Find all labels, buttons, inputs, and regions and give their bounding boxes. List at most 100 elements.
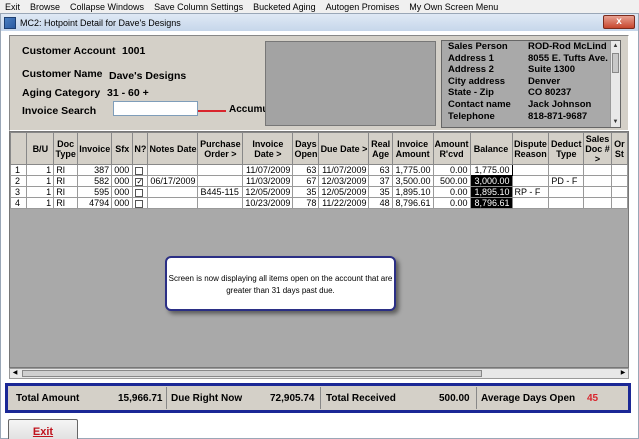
scroll-left-icon[interactable]: ◀ [10, 369, 20, 378]
cell-po[interactable] [197, 164, 244, 176]
cell-sfx[interactable]: 000 [111, 197, 134, 209]
cell-bu[interactable]: 1 [26, 164, 55, 176]
column-header[interactable]: Sales Doc # > [583, 132, 612, 165]
grid-horizontal-scrollbar[interactable]: ◀ ▶ [9, 368, 629, 379]
cell-rcvd[interactable]: 0.00 [432, 197, 471, 209]
column-header[interactable]: Or St [610, 132, 628, 165]
menu-browse[interactable]: Browse [25, 2, 65, 12]
cell-noted[interactable] [132, 164, 149, 176]
cell-age[interactable]: 48 [368, 197, 393, 209]
column-header[interactable]: Real Age [368, 132, 393, 165]
cell-age[interactable]: 37 [368, 175, 393, 187]
table-row[interactable]: 2 1 RI 582 000 ✓ 06/17/2009 11/03/2009 67 12/03/2… [10, 175, 628, 187]
cell-amount[interactable]: 8,796.61 [391, 197, 434, 209]
cell-inv[interactable]: 387 [77, 164, 113, 176]
cell-po[interactable] [197, 175, 244, 187]
cell-sfx[interactable]: 000 [111, 186, 134, 198]
menu-save-column-settings[interactable]: Save Column Settings [149, 2, 248, 12]
cell-dispute[interactable]: RP - F [511, 186, 550, 198]
cell-bu[interactable]: 1 [26, 186, 55, 198]
checkbox-icon[interactable] [135, 188, 144, 197]
cell-amount[interactable]: 1,775.00 [391, 164, 434, 176]
cell-inv[interactable]: 4794 [77, 197, 113, 209]
column-header[interactable]: Deduct Type [548, 132, 585, 165]
menu-collapse-windows[interactable]: Collapse Windows [65, 2, 149, 12]
cell-notes-date[interactable] [147, 186, 199, 198]
cell-doc[interactable]: RI [53, 197, 79, 209]
hscroll-thumb[interactable] [22, 370, 482, 377]
cell-deduct[interactable] [548, 197, 585, 209]
cell-due[interactable]: 11/22/2009 [318, 197, 370, 209]
cell-n[interactable]: 4 [10, 197, 28, 209]
cell-empty[interactable] [583, 197, 612, 209]
invoice-search-input[interactable] [113, 101, 198, 116]
checkbox-checked-icon[interactable]: ✓ [135, 177, 144, 186]
cell-days[interactable]: 67 [292, 175, 320, 187]
cell-rcvd[interactable]: 0.00 [432, 164, 471, 176]
cell-rcvd[interactable]: 0.00 [432, 186, 471, 198]
cell-amount[interactable]: 1,895.10 [391, 186, 434, 198]
cell-dispute[interactable] [511, 164, 550, 176]
table-row[interactable]: 1 1 RI 387 000 11/07/2009 63 11/07/2009 63 1,775.… [10, 164, 628, 176]
column-header[interactable]: Amount R'cvd [432, 132, 471, 165]
menu-autogen-promises[interactable]: Autogen Promises [321, 2, 405, 12]
column-header[interactable]: Days Open [292, 132, 320, 165]
cell-doc[interactable]: RI [53, 186, 79, 198]
cell-sfx[interactable]: 000 [111, 175, 134, 187]
cell-dispute[interactable] [511, 175, 550, 187]
cell-empty[interactable] [583, 175, 612, 187]
close-button[interactable]: x [603, 15, 635, 29]
cell-inv[interactable]: 582 [77, 175, 113, 187]
scroll-thumb[interactable] [612, 53, 619, 73]
cell-doc[interactable]: RI [53, 164, 79, 176]
column-header[interactable]: Purchase Order > [197, 132, 244, 165]
cell-due[interactable]: 12/03/2009 [318, 175, 370, 187]
cell-days[interactable]: 35 [292, 186, 320, 198]
scroll-down-icon[interactable]: ▼ [611, 117, 620, 127]
column-header[interactable]: Balance [469, 132, 513, 165]
column-header[interactable]: Invoice Amount [391, 132, 434, 165]
cell-notes-date[interactable] [147, 164, 199, 176]
cell-po[interactable]: B445-115 [197, 186, 244, 198]
cell-sfx[interactable]: 000 [111, 164, 134, 176]
cell-age[interactable]: 35 [368, 186, 393, 198]
cell-balance[interactable]: 3,000.00 [469, 175, 513, 187]
cell-empty[interactable] [610, 197, 628, 209]
cell-inv-date[interactable]: 11/07/2009 [242, 164, 294, 176]
table-row[interactable]: 3 1 RI 595 000 B445-115 12/05/2009 35 12/05/2009… [10, 186, 628, 198]
cell-noted[interactable] [132, 197, 149, 209]
cell-balance[interactable]: 1,775.00 [469, 164, 513, 176]
column-header[interactable]: N? [132, 132, 149, 165]
cell-due[interactable]: 12/05/2009 [318, 186, 370, 198]
cell-inv-date[interactable]: 11/03/2009 [242, 175, 294, 187]
cell-empty[interactable] [610, 175, 628, 187]
cell-age[interactable]: 63 [368, 164, 393, 176]
column-header[interactable]: B/U [26, 132, 55, 165]
cell-rcvd[interactable]: 500.00 [432, 175, 471, 187]
cell-po[interactable] [197, 197, 244, 209]
scroll-up-icon[interactable]: ▲ [611, 41, 620, 51]
column-header[interactable]: Sfx [111, 132, 134, 165]
cell-dispute[interactable] [511, 197, 550, 209]
cell-empty[interactable] [583, 186, 612, 198]
exit-button[interactable]: Exit [8, 419, 78, 439]
scroll-right-icon[interactable]: ▶ [618, 369, 628, 378]
column-header[interactable]: Notes Date [147, 132, 199, 165]
cell-inv-date[interactable]: 12/05/2009 [242, 186, 294, 198]
cell-n[interactable]: 2 [10, 175, 28, 187]
cell-balance[interactable]: 8,796.61 [469, 197, 513, 209]
cell-amount[interactable]: 3,500.00 [391, 175, 434, 187]
menu-exit[interactable]: Exit [0, 2, 25, 12]
cell-bu[interactable]: 1 [26, 197, 55, 209]
cell-empty[interactable] [610, 186, 628, 198]
cell-balance[interactable]: 1,895.10 [469, 186, 513, 198]
cell-inv-date[interactable]: 10/23/2009 [242, 197, 294, 209]
column-header[interactable] [10, 132, 28, 165]
cell-n[interactable]: 1 [10, 164, 28, 176]
cell-deduct[interactable] [548, 164, 585, 176]
cell-empty[interactable] [583, 164, 612, 176]
cell-inv[interactable]: 595 [77, 186, 113, 198]
cell-noted[interactable] [132, 186, 149, 198]
cell-empty[interactable] [610, 164, 628, 176]
cell-noted[interactable]: ✓ [132, 175, 149, 187]
